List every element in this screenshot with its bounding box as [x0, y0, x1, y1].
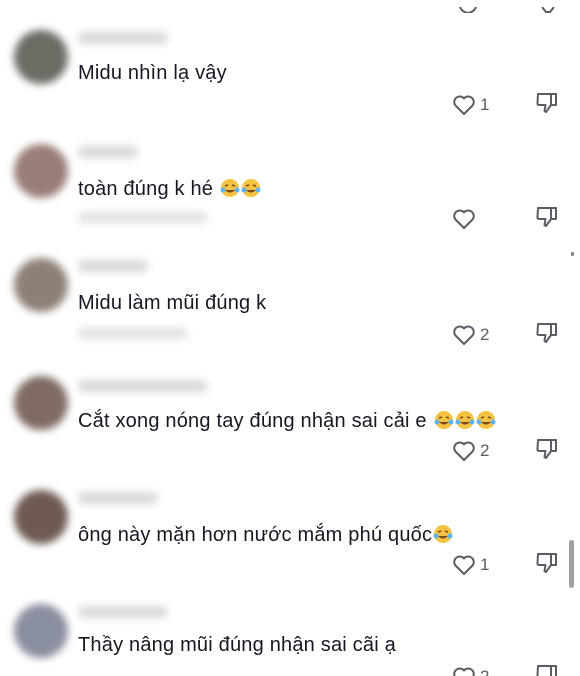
avatar[interactable]: [14, 258, 68, 312]
tears-of-joy-emoji-icon: [434, 411, 454, 429]
comment-list: Midu nhìn lạ vậy 1 toàn đúng k hé Midu l…: [0, 0, 580, 676]
blurred-username[interactable]: [78, 492, 158, 504]
comment-item: Thầy nâng mũi đúng nhận sai cãi ạ 2: [0, 598, 580, 676]
tears-of-joy-emoji-icon: [220, 179, 240, 197]
comment-text: toàn đúng k hé: [78, 178, 263, 201]
like-count: 1: [480, 95, 490, 114]
thumbs-down-outline-icon: [536, 439, 557, 459]
like-button[interactable]: [452, 206, 492, 232]
avatar[interactable]: [14, 30, 68, 84]
avatar[interactable]: [14, 376, 68, 430]
thumbs-down-outline-icon: [536, 323, 557, 343]
heart-outline-icon: [453, 441, 475, 461]
dislike-button[interactable]: [534, 204, 562, 232]
thumbs-down-outline-icon: [536, 553, 557, 573]
partial-dislike-icon[interactable]: [540, 0, 556, 13]
avatar[interactable]: [14, 144, 68, 198]
tears-of-joy-emoji-icon: [433, 525, 453, 543]
blurred-meta: [78, 328, 188, 339]
thumbs-down-outline-icon: [536, 93, 557, 113]
tears-of-joy-emoji-icon: [476, 411, 496, 429]
like-button[interactable]: 2: [452, 322, 492, 348]
heart-outline-icon: [453, 209, 475, 229]
comment-text: Midu làm mũi đúng k: [78, 292, 269, 315]
heart-outline-icon: [453, 555, 475, 575]
dislike-button[interactable]: [534, 436, 562, 464]
blurred-username[interactable]: [78, 32, 168, 44]
comment-text: Thầy nâng mũi đúng nhận sai cãi ạ: [78, 634, 398, 657]
heart-outline-icon: [453, 95, 475, 115]
tears-of-joy-emoji-icon: [455, 411, 475, 429]
blurred-username[interactable]: [78, 380, 208, 392]
like-count: 1: [480, 555, 490, 574]
dislike-button[interactable]: [534, 550, 562, 578]
heart-outline-icon: [453, 325, 475, 345]
blurred-username[interactable]: [78, 606, 168, 618]
dislike-button[interactable]: [534, 662, 562, 676]
comment-item: toàn đúng k hé: [0, 138, 580, 252]
like-count: 2: [480, 325, 490, 344]
dislike-button[interactable]: [534, 90, 562, 118]
avatar[interactable]: [14, 490, 68, 544]
like-button[interactable]: 2: [452, 664, 492, 676]
thumbs-down-outline-icon: [536, 207, 557, 227]
comment-item: ông này mặn hơn nước mắm phú quốc 1: [0, 484, 580, 598]
like-count: 2: [480, 441, 490, 460]
like-button[interactable]: 1: [452, 552, 492, 578]
like-count: 2: [480, 667, 489, 676]
comment-text: ông này mặn hơn nước mắm phú quốc: [78, 524, 456, 547]
partial-heart-icon[interactable]: [458, 0, 478, 15]
blurred-meta: [78, 212, 208, 223]
comment-text: Midu nhìn lạ vậy: [78, 62, 229, 85]
comment-text: Cắt xong nóng tay đúng nhận sai cải e: [78, 410, 498, 433]
thumbs-down-outline-icon: [536, 665, 557, 676]
avatar[interactable]: [14, 604, 68, 658]
scroll-indicator-dot: [571, 252, 574, 256]
blurred-username[interactable]: [78, 260, 148, 272]
tears-of-joy-emoji-icon: [241, 179, 261, 197]
blurred-username[interactable]: [78, 146, 138, 158]
comment-item: Midu làm mũi đúng k 2: [0, 252, 580, 366]
scrollbar-thumb[interactable]: [569, 540, 574, 588]
comment-item: Midu nhìn lạ vậy 1: [0, 24, 580, 138]
like-button[interactable]: 2: [452, 438, 492, 464]
dislike-button[interactable]: [534, 320, 562, 348]
comment-item: Cắt xong nóng tay đúng nhận sai cải e 2: [0, 370, 580, 484]
like-button[interactable]: 1: [452, 92, 492, 118]
heart-outline-icon: [453, 667, 475, 676]
